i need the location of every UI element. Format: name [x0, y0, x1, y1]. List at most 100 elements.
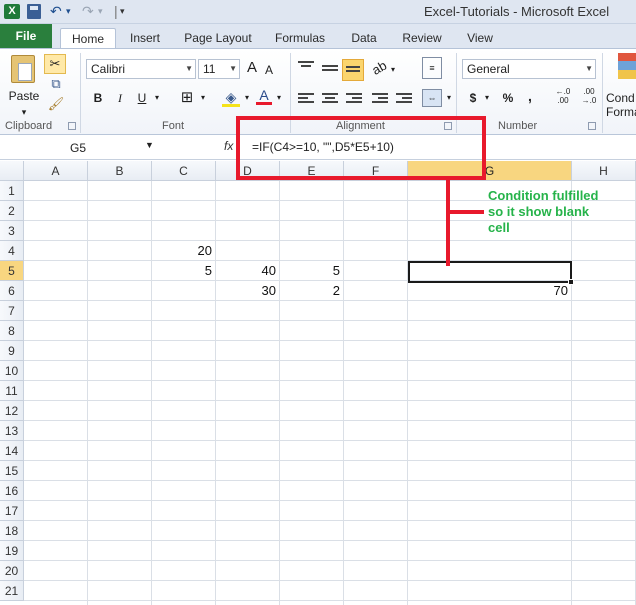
- row-header-16[interactable]: 16: [0, 481, 24, 501]
- comma-button[interactable]: ,: [524, 87, 536, 107]
- active-cell-g5[interactable]: [408, 261, 572, 283]
- align-left-icon[interactable]: [298, 93, 314, 105]
- borders-icon[interactable]: ⊞: [178, 89, 196, 109]
- cell-c5[interactable]: 5: [152, 261, 216, 281]
- insert-function-button[interactable]: fx: [224, 139, 233, 153]
- increase-indent-icon[interactable]: [396, 93, 412, 105]
- tab-data[interactable]: Data: [344, 28, 384, 48]
- row-header-17[interactable]: 17: [0, 501, 24, 521]
- column-header-b[interactable]: B: [88, 161, 152, 181]
- clipboard-launcher-icon[interactable]: [68, 122, 76, 130]
- grow-font-button[interactable]: A: [244, 59, 260, 79]
- copy-icon[interactable]: ⧉: [46, 75, 66, 95]
- row-header-14[interactable]: 14: [0, 441, 24, 461]
- row-gridline: [24, 420, 636, 421]
- row-header-4[interactable]: 4: [0, 241, 24, 261]
- row-header-21[interactable]: 21: [0, 581, 24, 601]
- save-icon[interactable]: [27, 4, 41, 19]
- merge-dropdown-icon[interactable]: ▾: [444, 89, 454, 109]
- redo-icon[interactable]: ↷: [82, 3, 94, 20]
- tab-file[interactable]: File: [0, 24, 52, 48]
- font-color-dropdown-icon[interactable]: ▾: [274, 89, 284, 109]
- row-header-13[interactable]: 13: [0, 421, 24, 441]
- conditional-formatting-label-2[interactable]: Forma: [606, 103, 636, 123]
- column-header-h[interactable]: H: [572, 161, 636, 181]
- row-header-3[interactable]: 3: [0, 221, 24, 241]
- row-header-1[interactable]: 1: [0, 181, 24, 201]
- row-gridline: [24, 460, 636, 461]
- percent-button[interactable]: %: [500, 89, 516, 109]
- row-header-10[interactable]: 10: [0, 361, 24, 381]
- cell-c4[interactable]: 20: [152, 241, 216, 261]
- row-header-2[interactable]: 2: [0, 201, 24, 221]
- font-name-select[interactable]: Calibri ▼: [86, 59, 196, 79]
- row-header-18[interactable]: 18: [0, 521, 24, 541]
- shrink-font-button[interactable]: A: [262, 61, 276, 81]
- column-header-c[interactable]: C: [152, 161, 216, 181]
- font-size-select[interactable]: 11 ▼: [198, 59, 240, 79]
- italic-button[interactable]: I: [112, 89, 128, 109]
- align-bottom-icon[interactable]: [342, 59, 364, 81]
- tab-review[interactable]: Review: [398, 28, 446, 48]
- cell-g6[interactable]: 70: [408, 281, 572, 301]
- align-center-icon[interactable]: [322, 93, 338, 105]
- font-color-button[interactable]: A: [256, 87, 272, 105]
- increase-decimal-button[interactable]: ←.0 .00: [552, 87, 574, 107]
- underline-dropdown-icon[interactable]: ▾: [152, 89, 162, 109]
- tab-insert[interactable]: Insert: [124, 28, 166, 48]
- customize-toolbar-icon[interactable]: ▾: [120, 3, 125, 20]
- font-size-value: 11: [203, 62, 216, 76]
- align-right-icon[interactable]: [346, 93, 362, 105]
- decrease-decimal-button[interactable]: .00 →.0: [578, 87, 600, 107]
- redo-dropdown-icon[interactable]: ▾: [98, 3, 103, 20]
- cut-icon[interactable]: ✂: [44, 54, 66, 74]
- row-header-9[interactable]: 9: [0, 341, 24, 361]
- format-painter-icon[interactable]: 🖌: [46, 95, 66, 115]
- formula-highlight-box: [236, 116, 486, 180]
- cell-e5[interactable]: 5: [280, 261, 344, 281]
- undo-dropdown-icon[interactable]: ▾: [66, 3, 71, 20]
- row-header-15[interactable]: 15: [0, 461, 24, 481]
- column-gridline: [407, 181, 408, 605]
- select-all-corner[interactable]: [0, 161, 24, 181]
- number-format-select[interactable]: General ▼: [462, 59, 596, 79]
- row-header-20[interactable]: 20: [0, 561, 24, 581]
- annotation-text: Condition fulfilled so it show blank cel…: [488, 188, 628, 236]
- paste-icon[interactable]: [11, 55, 35, 83]
- tab-home[interactable]: Home: [60, 28, 116, 48]
- name-box[interactable]: G5: [2, 138, 154, 158]
- row-gridline: [24, 540, 636, 541]
- borders-dropdown-icon[interactable]: ▾: [198, 89, 208, 109]
- row-header-12[interactable]: 12: [0, 401, 24, 421]
- cell-e6[interactable]: 2: [280, 281, 344, 301]
- number-launcher-icon[interactable]: [588, 122, 596, 130]
- conditional-formatting-icon[interactable]: [618, 53, 636, 79]
- currency-button[interactable]: $: [466, 89, 480, 109]
- orientation-dropdown-icon[interactable]: ▾: [388, 61, 398, 81]
- merge-center-icon[interactable]: ⇔: [422, 89, 442, 107]
- align-top-icon[interactable]: [298, 61, 314, 73]
- bold-button[interactable]: B: [90, 89, 106, 109]
- underline-button[interactable]: U: [134, 89, 150, 109]
- row-header-6[interactable]: 6: [0, 281, 24, 301]
- fill-color-icon[interactable]: ◈: [222, 89, 240, 107]
- name-box-dropdown-icon[interactable]: ▼: [145, 140, 154, 150]
- fill-color-dropdown-icon[interactable]: ▾: [242, 89, 252, 109]
- cell-d6[interactable]: 30: [216, 281, 280, 301]
- undo-icon[interactable]: ↶: [50, 3, 62, 20]
- tab-formulas[interactable]: Formulas: [270, 28, 330, 48]
- decrease-indent-icon[interactable]: [372, 93, 388, 105]
- row-header-5[interactable]: 5: [0, 261, 24, 281]
- align-middle-icon[interactable]: [322, 65, 338, 77]
- row-header-7[interactable]: 7: [0, 301, 24, 321]
- tab-page-layout[interactable]: Page Layout: [180, 28, 256, 48]
- fill-handle[interactable]: [568, 279, 574, 285]
- wrap-text-icon[interactable]: ≡: [422, 57, 442, 79]
- row-header-11[interactable]: 11: [0, 381, 24, 401]
- currency-dropdown-icon[interactable]: ▾: [482, 89, 492, 109]
- row-header-19[interactable]: 19: [0, 541, 24, 561]
- cell-d5[interactable]: 40: [216, 261, 280, 281]
- column-header-a[interactable]: A: [24, 161, 88, 181]
- row-header-8[interactable]: 8: [0, 321, 24, 341]
- tab-view[interactable]: View: [460, 28, 500, 48]
